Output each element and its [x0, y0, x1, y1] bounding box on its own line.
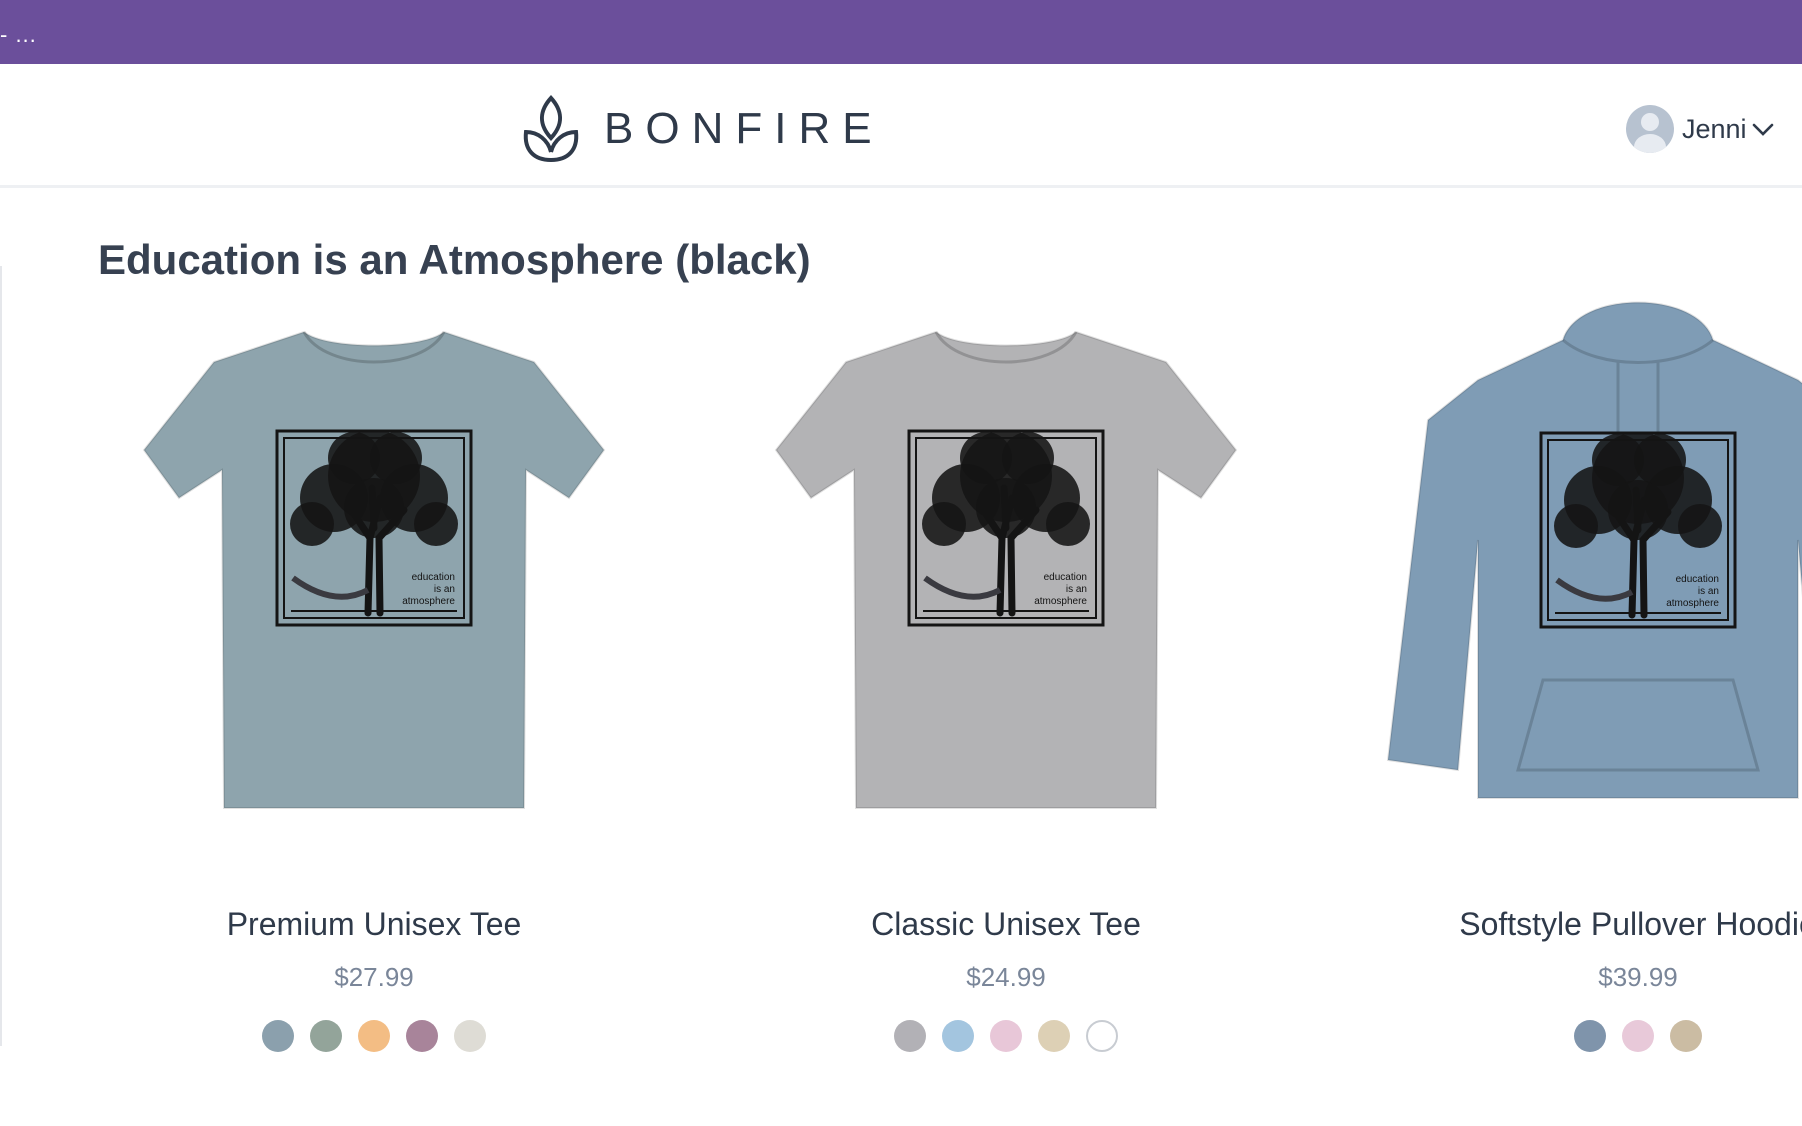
design-text-line: atmosphere [402, 596, 455, 607]
design-text-line: atmosphere [1034, 596, 1087, 607]
design-text-line: is an [1698, 586, 1719, 597]
product-price: $39.99 [1598, 962, 1678, 992]
design-text-line: education [412, 572, 455, 583]
hoodie-graphic: educationis anatmosphere [1386, 301, 1802, 799]
color-swatches [1328, 1020, 1802, 1052]
user-name: Jenni [1682, 113, 1747, 144]
garment-body [1386, 301, 1802, 799]
color-swatch[interactable] [454, 1020, 486, 1052]
design-text-line: atmosphere [1666, 598, 1719, 609]
page-title: Education is an Atmosphere (black) [98, 236, 811, 283]
color-swatch[interactable] [406, 1020, 438, 1052]
color-swatch[interactable] [262, 1020, 294, 1052]
flame-logo-icon [523, 95, 579, 162]
product-card[interactable]: education is an atmosphere Premium Unisex T… [64, 300, 684, 1052]
design-text-line: is an [434, 584, 455, 595]
color-swatches [64, 1020, 684, 1052]
user-menu[interactable]: Jenni [1626, 104, 1775, 154]
design-text-line: education [1044, 572, 1087, 583]
product-card[interactable]: education is an atmosphere Softstyle Pullov… [1328, 300, 1802, 1052]
garment-body [142, 330, 606, 809]
product-name[interactable]: Softstyle Pullover Hoodie [1328, 906, 1802, 943]
color-swatch[interactable] [1086, 1020, 1118, 1052]
product-price: $27.99 [334, 962, 414, 992]
color-swatch[interactable] [1038, 1020, 1070, 1052]
avatar [1626, 105, 1674, 153]
design-text-line: is an [1066, 584, 1087, 595]
product-card[interactable]: education is an atmosphere Classic Unisex T… [696, 300, 1316, 1052]
hoodie-image[interactable]: education is an atmosphere [1328, 300, 1802, 840]
product-name[interactable]: Classic Unisex Tee [696, 906, 1316, 943]
color-swatch[interactable] [942, 1020, 974, 1052]
banner-text: - ... [0, 22, 37, 47]
top-banner: - ... [0, 0, 1802, 64]
color-swatch[interactable] [1574, 1020, 1606, 1052]
product-name[interactable]: Premium Unisex Tee [64, 906, 684, 943]
site-header: BONFIRE Jenni [0, 64, 1802, 188]
logo-text: BONFIRE [604, 104, 884, 153]
color-swatches [696, 1020, 1316, 1052]
color-swatch[interactable] [894, 1020, 926, 1052]
chevron-down-icon [1752, 123, 1773, 136]
bonfire-logo[interactable]: BONFIRE [520, 94, 884, 164]
left-divider [0, 266, 2, 1046]
color-swatch[interactable] [358, 1020, 390, 1052]
color-swatch[interactable] [990, 1020, 1022, 1052]
garment-body [774, 330, 1238, 809]
color-swatch[interactable] [1670, 1020, 1702, 1052]
product-price: $24.99 [966, 962, 1046, 992]
tee-graphic: educationis anatmosphere [774, 330, 1238, 809]
tee-image[interactable]: education is an atmosphere [64, 300, 684, 840]
tee-image[interactable]: education is an atmosphere [696, 300, 1316, 840]
tee-graphic: educationis anatmosphere [142, 330, 606, 809]
color-swatch[interactable] [310, 1020, 342, 1052]
color-swatch[interactable] [1622, 1020, 1654, 1052]
design-text-line: education [1676, 574, 1719, 585]
